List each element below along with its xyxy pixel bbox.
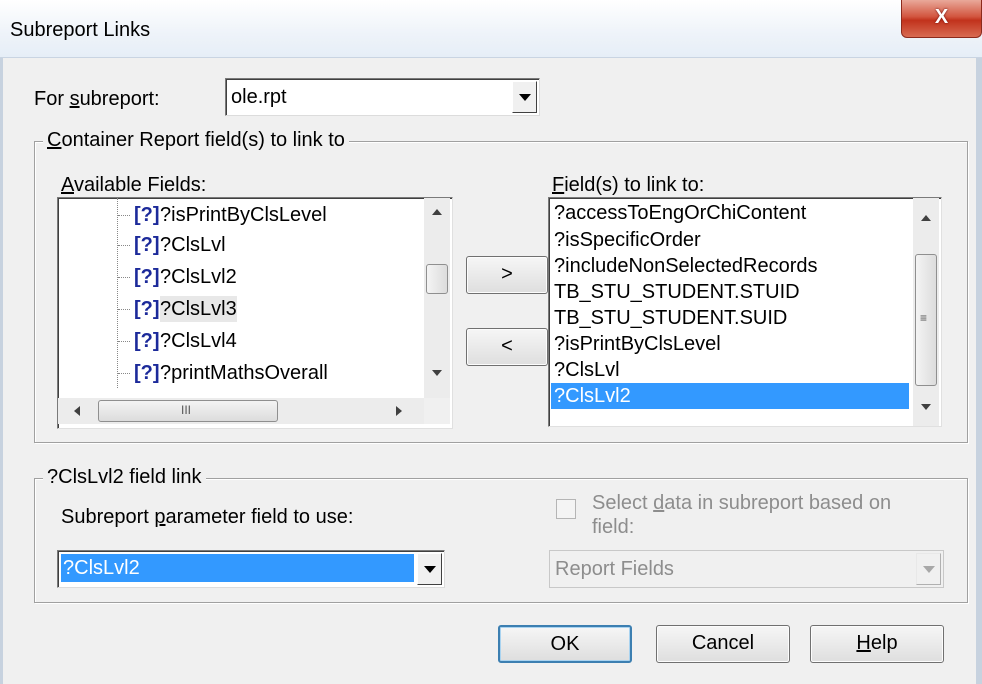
container-group-title: Container Report field(s) to link to [43,129,349,152]
list-item[interactable]: ?includeNonSelectedRecords [551,253,909,279]
tree-item-label: ?ClsLvl3 [160,296,237,322]
available-fields-label: Available Fields: [61,174,207,196]
subreport-value: ole.rpt [231,86,287,108]
subreport-dropdown-button[interactable] [512,81,537,113]
available-vertical-scrollbar[interactable] [424,198,450,398]
parameter-icon: [?] [134,234,160,256]
tree-item-label: ?ClsLvl [160,234,226,256]
available-fields-list[interactable]: [?] ?isPrintByClsLevel [?] ?ClsLvl [?] ?… [57,197,453,429]
tree-branch [118,373,130,374]
parameter-icon: [?] [134,362,160,384]
linked-fields-label: Field(s) to link to: [552,174,705,196]
cancel-button[interactable]: Cancel [656,625,790,663]
close-icon: X [934,6,949,28]
list-item[interactable]: TB_STU_STUDENT.SUID [551,305,909,331]
subreport-select[interactable]: ole.rpt [225,78,540,116]
chevron-down-icon [923,566,935,573]
tree-item[interactable]: [?] ?ClsLvl [58,232,424,258]
report-fields-dropdown-button[interactable] [916,553,941,585]
tree-branch [118,215,130,216]
linked-fields-list[interactable]: ?accessToEngOrChiContent ?isSpecificOrde… [548,197,942,427]
scroll-up-icon[interactable] [921,215,931,221]
available-horizontal-scrollbar[interactable]: III [58,398,424,424]
parameter-icon: [?] [134,266,160,288]
help-button[interactable]: Help [810,625,944,663]
parameter-dropdown-button[interactable] [417,553,442,585]
parameter-field-select[interactable]: ?ClsLvl2 [57,550,445,588]
tree-item-label: ?ClsLvl4 [160,330,237,352]
list-item[interactable]: ?ClsLvl [551,357,909,383]
list-item[interactable]: ?isSpecificOrder [551,227,909,253]
select-data-label: Select data in subreport based on field: [592,492,892,538]
tree-branch [118,309,130,310]
parameter-icon: [?] [134,330,160,352]
report-fields-select[interactable]: Report Fields [549,550,944,588]
parameter-icon: [?] [134,204,160,226]
tree-item[interactable]: [?] ?ClsLvl4 [58,328,424,354]
scroll-grip: III [181,403,192,417]
chevron-down-icon [424,566,436,573]
add-field-button[interactable]: > [466,256,548,294]
scroll-thumb[interactable] [426,264,448,294]
select-data-checkbox[interactable] [556,499,576,519]
tree-item-label: ?printMathsOverall [160,362,328,384]
ok-button[interactable]: OK [498,625,632,663]
list-item[interactable]: TB_STU_STUDENT.STUID [551,279,909,305]
tree-item[interactable]: [?] ?printMathsOverall [58,360,424,386]
tree-branch [118,341,130,342]
close-button[interactable]: X [901,0,982,38]
list-item[interactable]: ?accessToEngOrChiContent [551,200,909,226]
tree-item-label: ?isPrintByClsLevel [160,204,327,226]
tree-branch [118,245,130,246]
window-frame-right [976,58,982,684]
scroll-left-icon[interactable] [74,406,80,416]
tree-item[interactable]: [?] ?isPrintByClsLevel [58,202,424,228]
tree-branch [118,277,130,278]
window-title: Subreport Links [10,19,151,41]
list-item[interactable]: ?isPrintByClsLevel [551,331,909,357]
field-link-group-title: ?ClsLvl2 field link [43,466,206,489]
scroll-right-icon[interactable] [396,406,402,416]
scroll-thumb[interactable]: ≡ [915,254,937,386]
scroll-thumb-horizontal[interactable]: III [98,400,278,422]
scroll-grip: ≡ [920,311,928,325]
chevron-down-icon [519,94,531,101]
linked-vertical-scrollbar[interactable]: ≡ [913,198,939,426]
window-frame-left [0,58,3,684]
parameter-icon: [?] [134,298,160,320]
scroll-down-icon[interactable] [432,370,442,376]
scroll-corner [424,398,450,424]
subreport-label: For subreport: [34,88,160,110]
parameter-field-label: Subreport parameter field to use: [61,506,354,528]
remove-field-button[interactable]: < [466,328,548,366]
tree-item-label: ?ClsLvl2 [160,266,237,288]
tree-item[interactable]: [?] ?ClsLvl2 [58,264,424,290]
title-bar: Subreport Links X [0,0,982,58]
tree-item[interactable]: [?] ?ClsLvl3 [58,296,424,322]
scroll-down-icon[interactable] [921,404,931,410]
parameter-field-value: ?ClsLvl2 [61,554,414,582]
scroll-up-icon[interactable] [432,209,442,215]
list-item-selected[interactable]: ?ClsLvl2 [551,383,909,409]
report-fields-value: Report Fields [555,558,674,580]
